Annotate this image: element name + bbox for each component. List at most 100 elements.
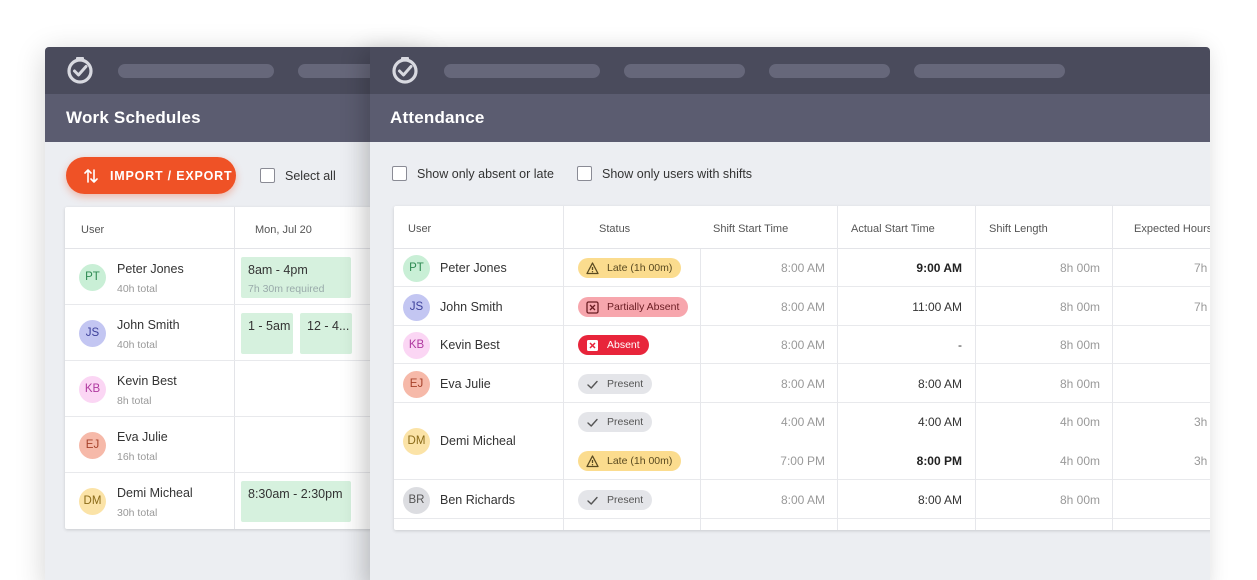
app-logo-icon[interactable] bbox=[65, 55, 95, 85]
status-label: Partially Absent bbox=[607, 301, 680, 313]
status-badge[interactable]: Present bbox=[578, 490, 653, 510]
status-label: Late (1h 00m) bbox=[607, 455, 673, 467]
expected-hours: 7h bbox=[1194, 261, 1208, 275]
shift-block[interactable]: 1 - 5am bbox=[241, 313, 293, 354]
app-logo-icon[interactable] bbox=[390, 55, 420, 85]
absent-icon bbox=[587, 339, 598, 351]
work-schedules-window: Work Schedules IMPORT / EXPORT Select al… bbox=[45, 47, 425, 580]
shift-length: 8h 00m bbox=[1059, 300, 1100, 314]
filter-absent-or-late-label: Show only absent or late bbox=[417, 166, 554, 181]
shift-length: 4h 00m bbox=[1059, 415, 1100, 429]
actual-start-time: 4:00 AM bbox=[917, 415, 962, 429]
shift-length-column-header[interactable]: Shift Length bbox=[989, 223, 1048, 235]
user-name[interactable]: Ben Richards bbox=[440, 493, 515, 507]
checkbox[interactable] bbox=[392, 166, 407, 181]
nav-placeholder[interactable] bbox=[624, 64, 745, 78]
table-row[interactable]: Late (1h 00m) 7:00 PM 8:00 PM 4h 00m 3h bbox=[394, 442, 1210, 480]
shift-block[interactable]: 8:30am - 2:30pm bbox=[241, 481, 351, 522]
user-total-hours: 16h total bbox=[117, 451, 158, 463]
user-name[interactable]: Kevin Best bbox=[117, 374, 177, 388]
user-name[interactable]: Peter Jones bbox=[440, 261, 507, 275]
avatar: KB bbox=[403, 332, 430, 359]
expected-hours-column-header[interactable]: Expected Hours bbox=[1134, 223, 1210, 235]
import-export-button[interactable]: IMPORT / EXPORT bbox=[66, 157, 236, 194]
checkbox[interactable] bbox=[577, 166, 592, 181]
user-name[interactable]: John Smith bbox=[117, 318, 180, 332]
shift-start-time: 8:00 AM bbox=[780, 493, 825, 507]
avatar: DM bbox=[79, 488, 106, 515]
status-badge[interactable]: Present bbox=[578, 374, 653, 394]
expected-hours: 3h bbox=[1194, 454, 1208, 468]
table-row[interactable]: Present 4:00 AM 4:00 AM 4h 00m 3h DM Demi Mich… bbox=[394, 403, 1210, 455]
page-title: Attendance bbox=[370, 94, 1210, 142]
table-row[interactable]: Partially Absent 8:00 AM 11:00 AM 8h 00m 7h J… bbox=[394, 288, 1210, 326]
status-badge[interactable]: Late (1h 00m) bbox=[578, 258, 682, 278]
table-row[interactable]: Absent 8:00 AM - 8h 00m KB Kevin Best bbox=[394, 326, 1210, 364]
status-column-header[interactable]: Status bbox=[599, 223, 630, 235]
shift-length: 8h 00m bbox=[1059, 261, 1100, 275]
actual-start-column-header[interactable]: Actual Start Time bbox=[851, 223, 935, 235]
shift-start-time: 8:00 AM bbox=[780, 377, 825, 391]
table-row[interactable]: Present 8:00 AM 8:00 AM 8h 00m EJ Eva Julie bbox=[394, 365, 1210, 403]
status-badge[interactable]: Partially Absent bbox=[578, 297, 689, 317]
avatar: JS bbox=[403, 294, 430, 321]
filter-users-with-shifts[interactable]: Show only users with shifts bbox=[577, 166, 752, 181]
top-nav-bar bbox=[45, 47, 425, 94]
user-name[interactable]: John Smith bbox=[440, 300, 503, 314]
shift-time: 8:30am - 2:30pm bbox=[248, 487, 343, 501]
filter-users-with-shifts-label: Show only users with shifts bbox=[602, 166, 753, 181]
actual-start-time: 9:00 AM bbox=[916, 261, 962, 275]
shift-length: 8h 00m bbox=[1059, 493, 1100, 507]
check-icon bbox=[587, 496, 598, 505]
swap-arrows-icon bbox=[84, 168, 98, 183]
status-label: Late (1h 00m) bbox=[607, 262, 673, 274]
shift-start-time: 8:00 AM bbox=[780, 261, 825, 275]
nav-placeholder[interactable] bbox=[118, 64, 274, 78]
table-row[interactable]: Present 8:00 AM 8:00 AM 8h 00m BR Ben Richard… bbox=[394, 481, 1210, 519]
attendance-window: Attendance Show only absent or late Show… bbox=[370, 47, 1210, 580]
actual-start-time: - bbox=[958, 338, 962, 352]
actual-start-time: 8:00 PM bbox=[916, 454, 962, 468]
attendance-table: User Status Shift Start Time Actual Star… bbox=[394, 206, 1210, 530]
filter-absent-or-late[interactable]: Show only absent or late bbox=[392, 166, 554, 181]
shift-start-column-header[interactable]: Shift Start Time bbox=[713, 223, 788, 235]
avatar: BR bbox=[403, 487, 430, 514]
avatar: EJ bbox=[403, 371, 430, 398]
avatar: JS bbox=[79, 320, 106, 347]
nav-placeholder[interactable] bbox=[769, 64, 890, 78]
partial-absent-icon bbox=[586, 300, 599, 314]
shift-length: 4h 00m bbox=[1059, 454, 1100, 468]
nav-placeholder[interactable] bbox=[914, 64, 1065, 78]
user-column-header[interactable]: User bbox=[408, 223, 431, 235]
shift-start-time: 8:00 AM bbox=[780, 338, 825, 352]
top-nav-bar bbox=[370, 47, 1210, 94]
shift-note: 7h 30m required bbox=[248, 283, 325, 295]
user-name[interactable]: Peter Jones bbox=[117, 262, 184, 276]
user-name[interactable]: Eva Julie bbox=[440, 377, 491, 391]
shift-start-time: 7:00 PM bbox=[780, 454, 825, 468]
status-label: Present bbox=[607, 494, 644, 506]
user-total-hours: 8h total bbox=[117, 395, 152, 407]
nav-placeholder[interactable] bbox=[444, 64, 600, 78]
shift-time: 12 - 4... bbox=[307, 319, 350, 333]
shift-block[interactable]: 12 - 4... bbox=[300, 313, 352, 354]
check-icon bbox=[587, 418, 598, 427]
column-divider bbox=[700, 249, 701, 530]
select-all-checkbox[interactable]: Select all bbox=[260, 168, 336, 183]
shift-block[interactable]: 8am - 4pm 7h 30m required bbox=[241, 257, 351, 298]
actual-start-time: 8:00 AM bbox=[917, 493, 962, 507]
table-row[interactable]: Late (1h 00m) 8:00 AM 9:00 AM 8h 00m 7h PT Pet… bbox=[394, 249, 1210, 287]
checkbox[interactable] bbox=[260, 168, 275, 183]
user-name[interactable]: Demi Micheal bbox=[117, 486, 193, 500]
shift-length: 8h 00m bbox=[1059, 338, 1100, 352]
status-badge[interactable]: Absent bbox=[578, 335, 649, 355]
shift-time: 8am - 4pm bbox=[248, 263, 308, 277]
select-all-label: Select all bbox=[285, 168, 336, 183]
status-badge[interactable]: Late (1h 00m) bbox=[578, 451, 682, 471]
user-name[interactable]: Eva Julie bbox=[117, 430, 168, 444]
actual-start-time: 11:00 AM bbox=[912, 300, 962, 314]
day-column-header[interactable]: Mon, Jul 20 bbox=[255, 224, 312, 236]
status-badge[interactable]: Present bbox=[578, 412, 653, 432]
user-name[interactable]: Kevin Best bbox=[440, 338, 500, 352]
shift-start-time: 4:00 AM bbox=[780, 415, 825, 429]
